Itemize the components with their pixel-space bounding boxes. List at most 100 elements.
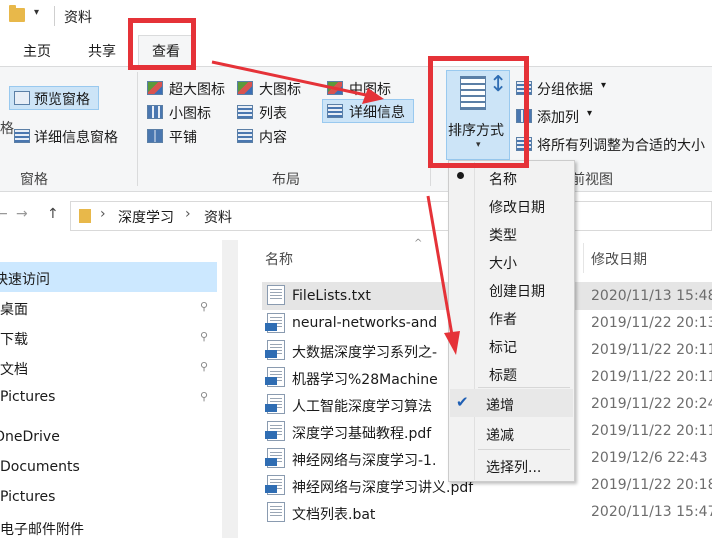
nav-item-email-attachments[interactable]: 电子邮件附件 (0, 519, 84, 538)
nav-pane-scrollbar[interactable] (222, 240, 238, 538)
details-icon (327, 104, 343, 118)
sort-indicator-icon: ^ (414, 238, 423, 249)
menu-item-sort-field[interactable]: 修改日期 (489, 197, 545, 217)
checkmark-icon: ✔ (456, 393, 469, 411)
file-date: 2019/11/22 20:11 (591, 342, 712, 358)
column-header-date-modified[interactable]: 修改日期 (591, 249, 647, 269)
tab-share[interactable]: 共享 (88, 41, 116, 61)
file-name[interactable]: neural-networks-and (292, 315, 437, 331)
column-separator[interactable] (583, 243, 584, 273)
menu-item-sort-field[interactable]: 标记 (489, 337, 517, 357)
file-name[interactable]: 人工智能深度学习算法 (292, 396, 432, 416)
nav-item-pictures[interactable]: Pictures (0, 389, 55, 405)
menu-gutter-line (474, 162, 475, 480)
folder-icon (79, 209, 91, 223)
details-pane-icon (14, 129, 30, 143)
layout-group-label: 布局 (272, 172, 300, 188)
up-button[interactable]: ↑ (47, 206, 59, 222)
menu-item-sort-field[interactable]: 标题 (489, 365, 517, 385)
content-button[interactable]: 内容 (259, 127, 287, 147)
small-icons-icon (147, 105, 163, 119)
content-icon (237, 129, 253, 143)
file-name[interactable]: 深度学习基础教程.pdf (292, 423, 431, 443)
nav-item-onedrive-documents[interactable]: Documents (0, 459, 80, 475)
menu-item-ascending[interactable]: 递增 (486, 395, 514, 415)
size-all-columns-button[interactable]: 将所有列调整为合适的大小 (537, 135, 705, 155)
file-date: 2019/11/22 20:11 (591, 423, 712, 439)
file-name[interactable]: 神经网络与深度学习-1. (292, 450, 436, 470)
panes-group-label: 窗格 (20, 172, 48, 188)
pin-icon: ⚲ (200, 360, 209, 373)
menu-item-sort-field[interactable]: 类型 (489, 225, 517, 245)
breadcrumb-item[interactable]: 资料 (204, 207, 232, 227)
pin-icon: ⚲ (200, 390, 209, 403)
menu-separator (478, 387, 570, 388)
pdf-file-icon (265, 475, 285, 495)
file-date: 2019/11/22 20:11 (591, 369, 712, 385)
quick-access-toolbar-dropdown[interactable]: ▾ (34, 7, 39, 18)
list-button[interactable]: 列表 (259, 103, 287, 123)
pdf-file-icon (265, 421, 285, 441)
add-columns-caret-icon: ▾ (587, 108, 593, 119)
annotation-box-view-tab (128, 18, 196, 70)
title-bar (0, 0, 712, 34)
menu-item-sort-field[interactable]: 大小 (489, 253, 517, 273)
nav-item-documents[interactable]: 文档 (0, 359, 28, 379)
preview-pane-label: 预览窗格 (34, 92, 90, 108)
nav-item-onedrive[interactable]: OneDrive (0, 429, 60, 445)
column-header-name[interactable]: 名称 (265, 249, 293, 269)
navigation-pane-button-fragment[interactable]: 格 (0, 118, 14, 138)
file-name[interactable]: 神经网络与深度学习讲义.pdf (292, 477, 473, 497)
small-icons-button[interactable]: 小图标 (169, 103, 211, 123)
list-icon (237, 105, 253, 119)
forward-button[interactable]: → (16, 206, 28, 222)
file-date: 2020/11/13 15:47 (591, 504, 712, 520)
text-file-icon (267, 285, 285, 305)
large-icons-button[interactable]: 大图标 (259, 79, 301, 99)
menu-item-sort-field[interactable]: 名称 (489, 169, 517, 189)
current-view-group-label: 前视图 (571, 172, 613, 188)
file-date: 2019/11/22 20:18 (591, 477, 712, 493)
extra-large-icons-button[interactable]: 超大图标 (169, 79, 225, 99)
breadcrumb-item[interactable]: 深度学习 (118, 207, 174, 227)
menu-item-descending[interactable]: 递减 (486, 425, 514, 445)
add-columns-button[interactable]: 添加列 (537, 107, 579, 127)
menu-item-choose-columns[interactable]: 选择列... (486, 457, 541, 477)
nav-item-onedrive-pictures[interactable]: Pictures (0, 489, 55, 505)
pdf-file-icon (265, 448, 285, 468)
radio-selected-icon (457, 172, 464, 179)
annotation-box-sort-button (428, 56, 529, 168)
pdf-file-icon (265, 367, 285, 387)
menu-separator (478, 449, 570, 450)
file-name[interactable]: FileLists.txt (292, 288, 371, 304)
details-view-label: 详细信息 (349, 105, 405, 121)
tiles-icon (147, 129, 163, 143)
file-date: 2019/11/22 20:24 (591, 396, 712, 412)
ribbon-separator (137, 72, 138, 186)
pin-icon: ⚲ (200, 330, 209, 343)
file-name[interactable]: 机器学习%28Machine (292, 369, 438, 389)
pdf-file-icon (265, 313, 285, 333)
details-pane-button[interactable]: 详细信息窗格 (34, 127, 118, 147)
group-by-caret-icon: ▾ (601, 80, 607, 91)
menu-item-sort-field[interactable]: 作者 (489, 309, 517, 329)
file-name[interactable]: 文档列表.bat (292, 504, 375, 524)
medium-icons-icon (327, 81, 343, 95)
back-button[interactable]: ← (0, 206, 8, 222)
batch-file-icon (267, 502, 285, 522)
group-by-button[interactable]: 分组依据 (537, 79, 593, 99)
file-name[interactable]: 大数据深度学习系列之- (292, 342, 437, 362)
menu-item-sort-field[interactable]: 创建日期 (489, 281, 545, 301)
nav-item-desktop[interactable]: 桌面 (0, 299, 28, 319)
tiles-button[interactable]: 平铺 (169, 127, 197, 147)
nav-item-quick-access[interactable]: 快速访问 (0, 269, 50, 289)
medium-icons-button[interactable]: 中图标 (349, 79, 391, 99)
preview-pane-icon (14, 91, 30, 105)
pin-icon: ⚲ (200, 300, 209, 313)
extra-large-icons-icon (147, 81, 163, 95)
nav-item-downloads[interactable]: 下载 (0, 329, 28, 349)
pdf-file-icon (265, 340, 285, 360)
tab-home[interactable]: 主页 (23, 41, 51, 61)
window-title: 资料 (64, 10, 92, 26)
folder-icon (9, 5, 25, 22)
